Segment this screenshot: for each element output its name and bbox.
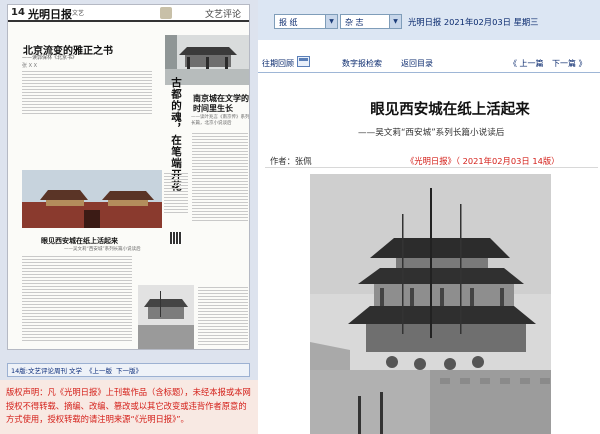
next-article-link[interactable]: 下一篇 》 bbox=[552, 58, 587, 69]
prev-edition-link[interactable]: 《上一版 bbox=[86, 365, 112, 375]
article2-subtitle: ——读叶兆言《南京传》系列长篇，北京小说谈后 bbox=[191, 115, 250, 126]
magazine-select-value: 杂 志 bbox=[345, 18, 364, 27]
emblem-icon bbox=[160, 7, 172, 19]
article3-subtitle: ——吴文莉“西安城”系列长篇小说读后 bbox=[64, 247, 141, 252]
chevron-down-icon[interactable]: ▼ bbox=[325, 15, 337, 28]
history-link[interactable]: 往期回顾 bbox=[262, 58, 294, 69]
newspaper-select[interactable]: 报 纸 ▼ bbox=[274, 14, 338, 29]
page-number: 14 bbox=[11, 7, 25, 18]
chevron-down-icon[interactable]: ▼ bbox=[389, 15, 401, 28]
next-edition-link[interactable]: 下一版》 bbox=[116, 365, 142, 375]
article3-body bbox=[22, 256, 132, 343]
divider bbox=[265, 167, 598, 168]
edition-label[interactable]: 14版:文艺评论周刊 文学 bbox=[11, 365, 82, 375]
digital-search-link[interactable]: 数字报检索 bbox=[342, 58, 382, 69]
article3-side-body bbox=[198, 287, 248, 347]
newspaper-select-value: 报 纸 bbox=[279, 18, 298, 27]
city-wall-photo bbox=[310, 174, 551, 434]
palace-photo bbox=[22, 170, 162, 228]
page-root: 14 光明日报 文艺 文艺评论 北京流变的雅正之书 ——读郭保林《北京书》 张 … bbox=[0, 0, 600, 434]
article2-lower-body bbox=[164, 173, 188, 215]
article2-body bbox=[192, 133, 248, 223]
newspaper-page[interactable]: 14 光明日报 文艺 文艺评论 北京流变的雅正之书 ——读郭保林《北京书》 张 … bbox=[7, 4, 250, 350]
city-wall-thumbnail bbox=[138, 285, 194, 349]
article-source[interactable]: 《光明日报》（ 2021年02月03日 14版） bbox=[406, 155, 559, 167]
masthead: 14 光明日报 文艺 文艺评论 bbox=[8, 5, 249, 22]
article-subhead: ——吴文莉“西安城”系列长篇小说读后 bbox=[358, 128, 505, 138]
column-title: 文艺评论 bbox=[204, 10, 241, 20]
edition-nav-bar: 14版:文艺评论周刊 文学 《上一版 下一版》 bbox=[7, 363, 250, 377]
prev-article-link[interactable]: 《 上一篇 bbox=[509, 58, 544, 69]
issue-date: 光明日报 2021年02月03日 星期三 bbox=[408, 17, 539, 27]
qr-code-icon bbox=[170, 232, 182, 244]
article1-byline: 张 X X bbox=[22, 63, 38, 69]
article2-title[interactable]: 南京城在文学的时间里生长 bbox=[193, 93, 249, 113]
article-headline: 眼见西安城在纸上活起来 bbox=[370, 102, 530, 118]
calendar-icon[interactable] bbox=[297, 56, 310, 67]
back-to-index-link[interactable]: 返回目录 bbox=[401, 58, 433, 69]
article1-body bbox=[22, 71, 152, 116]
copyright-notice: 版权声明：凡《光明日报》上刊载作品（含标题），未经本报或本网授权不得转载、摘编、… bbox=[6, 387, 251, 424]
article3-title[interactable]: 眼见西安城在纸上活起来 bbox=[41, 236, 118, 246]
section-label: 文艺 bbox=[72, 10, 85, 17]
article1-subtitle: ——读郭保林《北京书》 bbox=[22, 55, 78, 61]
article-author: 作者：张佩 bbox=[270, 156, 312, 166]
magazine-select[interactable]: 杂 志 ▼ bbox=[340, 14, 402, 29]
masthead-logo: 光明日报 bbox=[28, 8, 72, 21]
